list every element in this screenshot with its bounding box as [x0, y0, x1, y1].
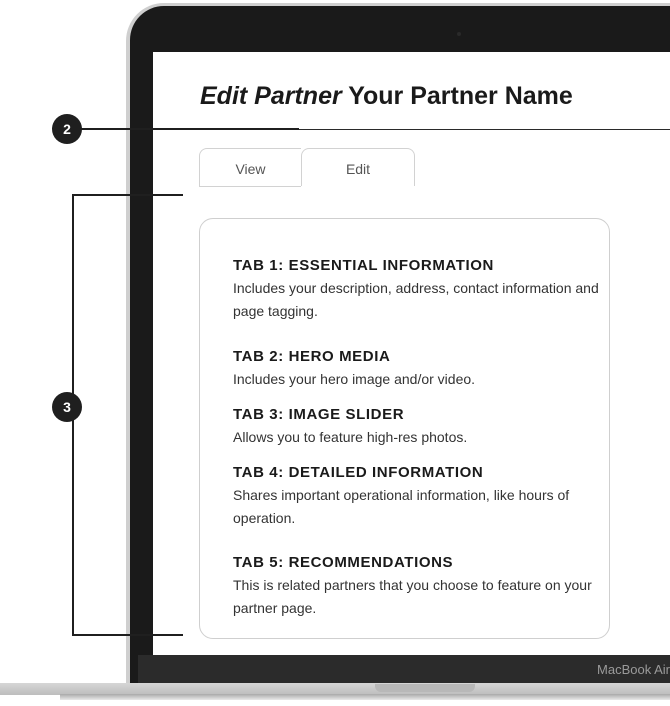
section-heading: TAB 3: IMAGE SLIDER	[233, 406, 405, 423]
tab-view[interactable]: View	[199, 148, 301, 186]
callout-line-2	[80, 128, 299, 130]
page-title: Edit Partner Your Partner Name	[200, 82, 573, 111]
section-description: Includes your hero image and/or video.	[233, 371, 476, 387]
edit-tabs-summary-card: TAB 1: ESSENTIAL INFORMATION Includes yo…	[199, 218, 610, 639]
callout-bracket-top	[72, 194, 183, 196]
section-description: Shares important operational information…	[233, 487, 570, 526]
callout-bracket-bottom	[72, 634, 183, 636]
tab-underline	[199, 186, 301, 187]
callout-badge-2: 2	[52, 114, 82, 144]
section-heading: TAB 4: DETAILED INFORMATION	[233, 464, 484, 481]
section-image-slider: TAB 3: IMAGE SLIDER Allows you to featur…	[233, 406, 603, 449]
laptop-notch	[375, 684, 475, 692]
section-hero-media: TAB 2: HERO MEDIA Includes your hero ima…	[233, 348, 603, 391]
laptop-screen: Edit Partner Your Partner Name View Edit…	[153, 52, 670, 655]
laptop-brand-label: MacBook Air	[597, 662, 670, 677]
section-description: Allows you to feature high-res photos.	[233, 429, 468, 445]
callout-bracket-vertical	[72, 194, 74, 636]
callout-badge-3: 3	[52, 392, 82, 422]
section-heading: TAB 5: RECOMMENDATIONS	[233, 554, 454, 571]
section-heading: TAB 2: HERO MEDIA	[233, 348, 391, 365]
section-detailed-information: TAB 4: DETAILED INFORMATION Shares impor…	[233, 464, 603, 530]
section-essential-information: TAB 1: ESSENTIAL INFORMATION Includes yo…	[233, 257, 603, 323]
laptop-bottom-bezel	[138, 655, 670, 683]
section-recommendations: TAB 5: RECOMMENDATIONS This is related p…	[233, 554, 603, 620]
camera-icon	[457, 32, 461, 36]
section-description: Includes your description, address, cont…	[233, 280, 599, 319]
page-title-action: Edit Partner	[200, 82, 342, 110]
section-heading: TAB 1: ESSENTIAL INFORMATION	[233, 257, 494, 274]
page-title-partner-name: Your Partner Name	[341, 82, 573, 110]
section-description: This is related partners that you choose…	[233, 577, 592, 616]
tab-edit[interactable]: Edit	[301, 148, 415, 186]
laptop-base-shadow	[60, 694, 670, 700]
